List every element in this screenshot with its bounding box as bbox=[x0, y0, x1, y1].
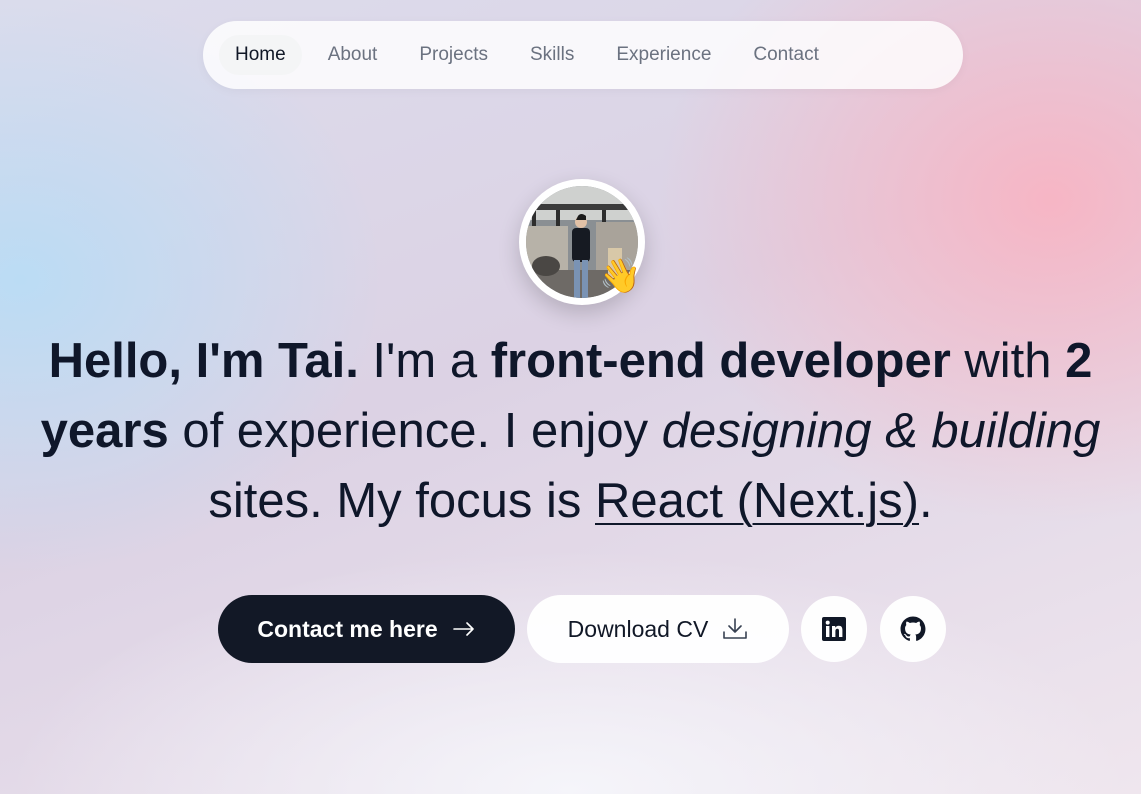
contact-button[interactable]: Contact me here bbox=[218, 595, 515, 663]
focus-text: React (Next.js) bbox=[595, 474, 920, 528]
arrow-right-icon bbox=[452, 621, 476, 637]
headline-text-5: . bbox=[919, 474, 933, 528]
linkedin-icon bbox=[822, 617, 846, 641]
linkedin-button[interactable] bbox=[801, 596, 867, 662]
headline-text-1: I'm a bbox=[358, 334, 491, 388]
headline-text-3: of experience. I enjoy bbox=[168, 404, 662, 458]
profile-avatar: 👋 bbox=[519, 179, 645, 305]
download-cv-label: Download CV bbox=[567, 615, 709, 642]
role-text: front-end developer bbox=[490, 334, 951, 388]
nav-item-home[interactable]: Home bbox=[219, 35, 302, 75]
nav-item-about[interactable]: About bbox=[312, 35, 394, 75]
contact-button-label: Contact me here bbox=[257, 615, 438, 642]
nav-item-experience[interactable]: Experience bbox=[600, 35, 727, 75]
headline-text-2: with bbox=[950, 334, 1066, 388]
hero-headline: Hello, I'm Tai. I'm a front-end develope… bbox=[40, 326, 1101, 536]
hero-actions: Contact me here Download CV bbox=[218, 595, 959, 663]
top-navigation: Home About Projects Skills Experience Co… bbox=[203, 21, 963, 89]
download-cv-button[interactable]: Download CV bbox=[527, 595, 789, 663]
wave-emoji: 👋 bbox=[599, 257, 642, 295]
nav-item-contact[interactable]: Contact bbox=[737, 35, 834, 75]
download-icon bbox=[722, 617, 748, 641]
greeting-text: Hello, I'm Tai. bbox=[48, 334, 359, 388]
nav-item-projects[interactable]: Projects bbox=[403, 35, 504, 75]
headline-text-4: sites. My focus is bbox=[208, 474, 595, 528]
github-icon bbox=[900, 616, 926, 642]
italic-text: designing & building bbox=[661, 404, 1101, 458]
github-button[interactable] bbox=[880, 596, 946, 662]
nav-item-skills[interactable]: Skills bbox=[514, 35, 590, 75]
